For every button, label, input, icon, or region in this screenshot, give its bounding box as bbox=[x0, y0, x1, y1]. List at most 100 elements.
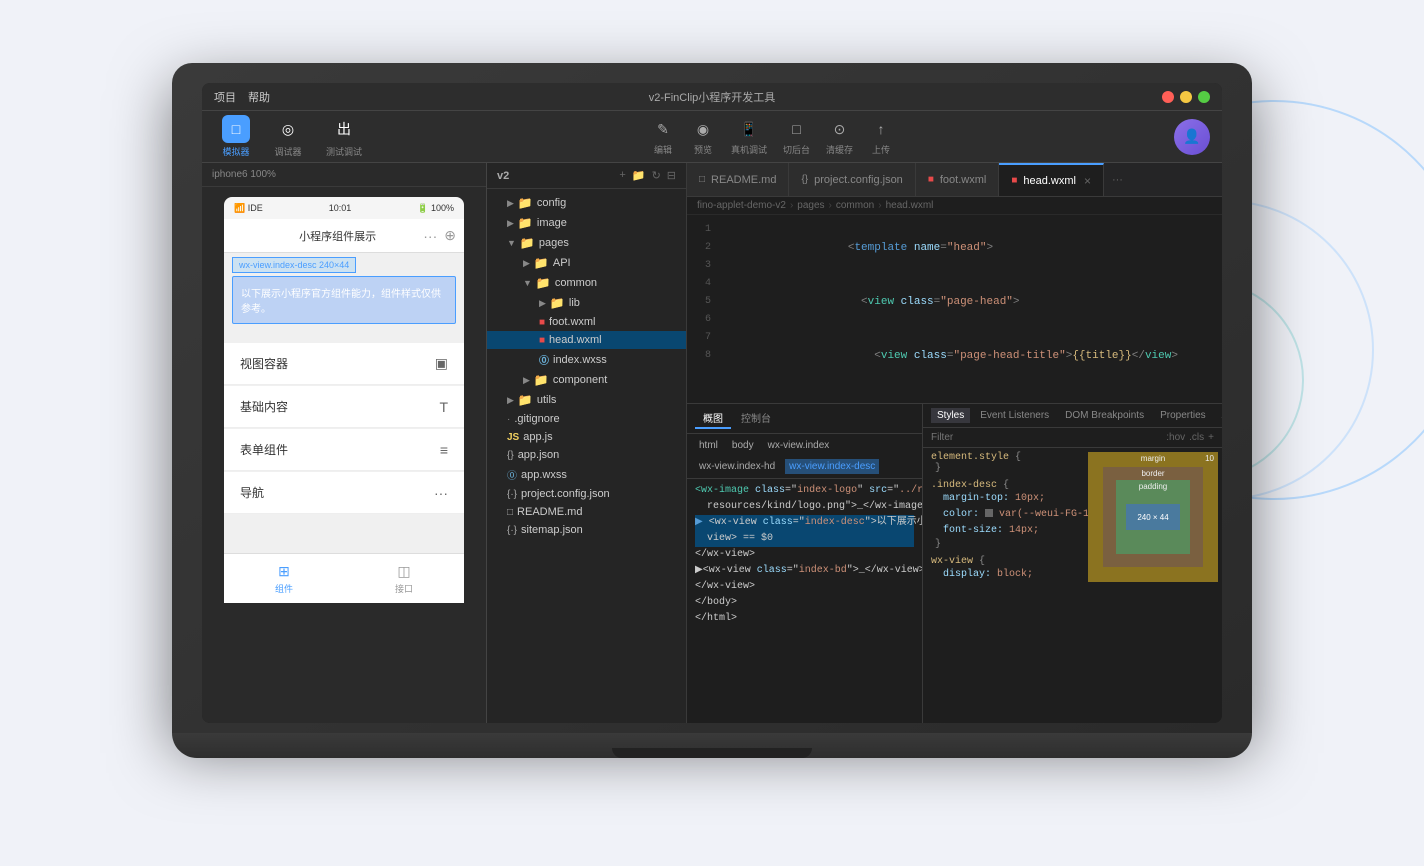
styles-panel: Styles Event Listeners DOM Breakpoints P… bbox=[922, 404, 1222, 723]
tree-item-utils[interactable]: ▶ 📁 utils bbox=[487, 390, 686, 410]
action-cut-log[interactable]: □ 切后台 bbox=[783, 117, 810, 156]
minimize-button[interactable] bbox=[1180, 91, 1192, 103]
new-folder-icon[interactable]: 📁 bbox=[632, 169, 646, 182]
element-tag-html[interactable]: html bbox=[695, 438, 722, 453]
list-item-basic[interactable]: 基础内容 T bbox=[224, 386, 464, 428]
code-editor-body: 1 2 3 4 5 6 7 8 <templa bbox=[687, 215, 1222, 403]
list-item-form[interactable]: 表单组件 ≡ bbox=[224, 429, 464, 471]
menu-item-project[interactable]: 项目 bbox=[214, 89, 236, 105]
styles-tab-accessibility[interactable]: Accessibility bbox=[1216, 408, 1222, 423]
styles-tab-styles[interactable]: Styles bbox=[931, 408, 970, 423]
toolbar-btn-debugger[interactable]: ◎ 调试器 bbox=[266, 111, 310, 162]
toolbar-center: ✎ 编辑 ◉ 预览 📱 真机调试 bbox=[378, 117, 1166, 156]
tab-foot[interactable]: ■ foot.wxml bbox=[916, 163, 1000, 196]
element-tag-wxview-desc[interactable]: wx-view.index-desc bbox=[785, 459, 879, 474]
tree-item-index-wxss[interactable]: ⓪ index.wxss bbox=[487, 349, 686, 370]
breadcrumb-sep-3: › bbox=[878, 200, 881, 211]
real-test-label: 真机调试 bbox=[731, 143, 767, 156]
action-preview[interactable]: ◉ 预览 bbox=[691, 117, 715, 156]
action-clear-cache[interactable]: ⊙ 清缓存 bbox=[826, 117, 853, 156]
html-tab-outline[interactable]: 概图 bbox=[695, 408, 731, 429]
tree-item-image[interactable]: ▶ 📁 image bbox=[487, 213, 686, 233]
more-icon[interactable]: ··· bbox=[423, 228, 437, 244]
box-model-diagram: margin 10 border padding bbox=[1088, 452, 1218, 582]
styles-tab-dom-breakpoints[interactable]: DOM Breakpoints bbox=[1059, 408, 1150, 423]
tree-item-readme[interactable]: □ README.md bbox=[487, 503, 686, 521]
tab-more-button[interactable]: ··· bbox=[1104, 174, 1131, 186]
tab-readme-label: README.md bbox=[711, 174, 776, 186]
test-icon: 出 bbox=[330, 115, 358, 143]
tree-label-appwxss: app.wxss bbox=[521, 469, 567, 481]
tree-item-pages[interactable]: ▼ 📁 pages bbox=[487, 233, 686, 253]
breadcrumb: fino-applet-demo-v2 › pages › common › h… bbox=[687, 197, 1222, 215]
action-edit[interactable]: ✎ 编辑 bbox=[651, 117, 675, 156]
tree-item-config[interactable]: ▶ 📁 config bbox=[487, 193, 686, 213]
tab-project-config[interactable]: {} project.config.json bbox=[789, 163, 915, 196]
element-tag-body[interactable]: body bbox=[728, 438, 758, 453]
file-icon-appwxss: ⓪ bbox=[507, 467, 517, 482]
tab-head[interactable]: ■ head.wxml × bbox=[999, 163, 1104, 196]
toolbar-btn-test[interactable]: 出 测试调试 bbox=[318, 111, 370, 162]
action-upload[interactable]: ↑ 上传 bbox=[869, 117, 893, 156]
toolbar-btn-simulator[interactable]: □ 模拟器 bbox=[214, 111, 258, 162]
filter-input[interactable] bbox=[931, 432, 1162, 443]
tree-item-appjs[interactable]: JS app.js bbox=[487, 428, 686, 446]
tree-item-appjson[interactable]: {} app.json bbox=[487, 446, 686, 464]
share-icon[interactable]: ⊕ bbox=[444, 227, 456, 244]
phone-frame: 📶 IDE 10:01 🔋 100% 小程序组件展示 ··· ⊕ bbox=[202, 187, 486, 723]
folder-image-icon: 📁 bbox=[518, 216, 533, 230]
code-line-4: <view class="page-head-line"></view> bbox=[729, 383, 1222, 403]
tree-label-lib: lib bbox=[569, 297, 580, 309]
tree-item-gitignore[interactable]: · .gitignore bbox=[487, 410, 686, 428]
element-tag-wxview-index[interactable]: wx-view.index bbox=[764, 438, 834, 453]
chevron-config: ▶ bbox=[507, 198, 514, 209]
tree-item-foot-wxml[interactable]: ■ foot.wxml bbox=[487, 313, 686, 331]
tree-item-api[interactable]: ▶ 📁 API bbox=[487, 253, 686, 273]
close-button[interactable] bbox=[1162, 91, 1174, 103]
box-content-area: 240 × 44 bbox=[1126, 504, 1180, 530]
list-item-nav[interactable]: 导航 ··· bbox=[224, 472, 464, 514]
toolbar-left: □ 模拟器 ◎ 调试器 出 测试调试 bbox=[214, 111, 370, 162]
styles-tab-event-listeners[interactable]: Event Listeners bbox=[974, 408, 1055, 423]
user-avatar[interactable]: 👤 bbox=[1174, 119, 1210, 155]
html-line-7: </wx-view> bbox=[695, 579, 914, 595]
tree-item-common[interactable]: ▼ 📁 common bbox=[487, 273, 686, 293]
tree-item-sitemap[interactable]: {·} sitemap.json bbox=[487, 521, 686, 539]
html-content[interactable]: <wx-image class="index-logo" src="../res… bbox=[687, 479, 922, 723]
html-tab-console[interactable]: 控制台 bbox=[733, 408, 779, 429]
line-num-4: 4 bbox=[687, 275, 719, 293]
add-style-icon[interactable]: + bbox=[1208, 432, 1214, 443]
foot-tab-icon: ■ bbox=[928, 174, 934, 185]
tree-item-appwxss[interactable]: ⓪ app.wxss bbox=[487, 464, 686, 485]
hover-filter[interactable]: :hov bbox=[1166, 432, 1185, 443]
styles-tab-properties[interactable]: Properties bbox=[1154, 408, 1212, 423]
refresh-icon[interactable]: ↻ bbox=[652, 169, 661, 182]
upload-icon: ↑ bbox=[869, 117, 893, 141]
tree-label-projectconfig: project.config.json bbox=[521, 488, 610, 500]
chevron-lib: ▶ bbox=[539, 298, 546, 309]
html-line-4: view> == $0 bbox=[695, 531, 914, 547]
action-real-test[interactable]: 📱 真机调试 bbox=[731, 117, 767, 156]
cut-log-label: 切后台 bbox=[783, 143, 810, 156]
tree-item-component[interactable]: ▶ 📁 component bbox=[487, 370, 686, 390]
nav-item-interface[interactable]: ◫ 接口 bbox=[395, 562, 413, 595]
preview-panel: iphone6 100% 📶 IDE 10:01 🔋 100% bbox=[202, 163, 487, 723]
tree-item-head-wxml[interactable]: ■ head.wxml bbox=[487, 331, 686, 349]
code-line-3: <view class="page-head-title">{{title}}<… bbox=[729, 329, 1222, 383]
nav-item-component[interactable]: ⊞ 组件 bbox=[275, 562, 293, 595]
tab-readme[interactable]: □ README.md bbox=[687, 163, 789, 196]
tree-item-lib[interactable]: ▶ 📁 lib bbox=[487, 293, 686, 313]
list-item-views[interactable]: 视图容器 ▣ bbox=[224, 343, 464, 385]
cls-filter[interactable]: .cls bbox=[1189, 432, 1204, 443]
maximize-button[interactable] bbox=[1198, 91, 1210, 103]
menu-item-help[interactable]: 帮助 bbox=[248, 89, 270, 105]
tree-item-projectconfig[interactable]: {·} project.config.json bbox=[487, 485, 686, 503]
element-tag-wxview-hd[interactable]: wx-view.index-hd bbox=[695, 459, 779, 474]
line-num-2: 2 bbox=[687, 239, 719, 257]
new-file-icon[interactable]: + bbox=[619, 169, 625, 182]
tree-label-pages: pages bbox=[539, 237, 569, 249]
collapse-icon[interactable]: ⊟ bbox=[667, 169, 676, 182]
list-item-label-form: 表单组件 bbox=[240, 441, 288, 458]
tab-head-close[interactable]: × bbox=[1084, 174, 1091, 188]
code-content[interactable]: <template name="head"> <view class="page… bbox=[719, 215, 1222, 403]
